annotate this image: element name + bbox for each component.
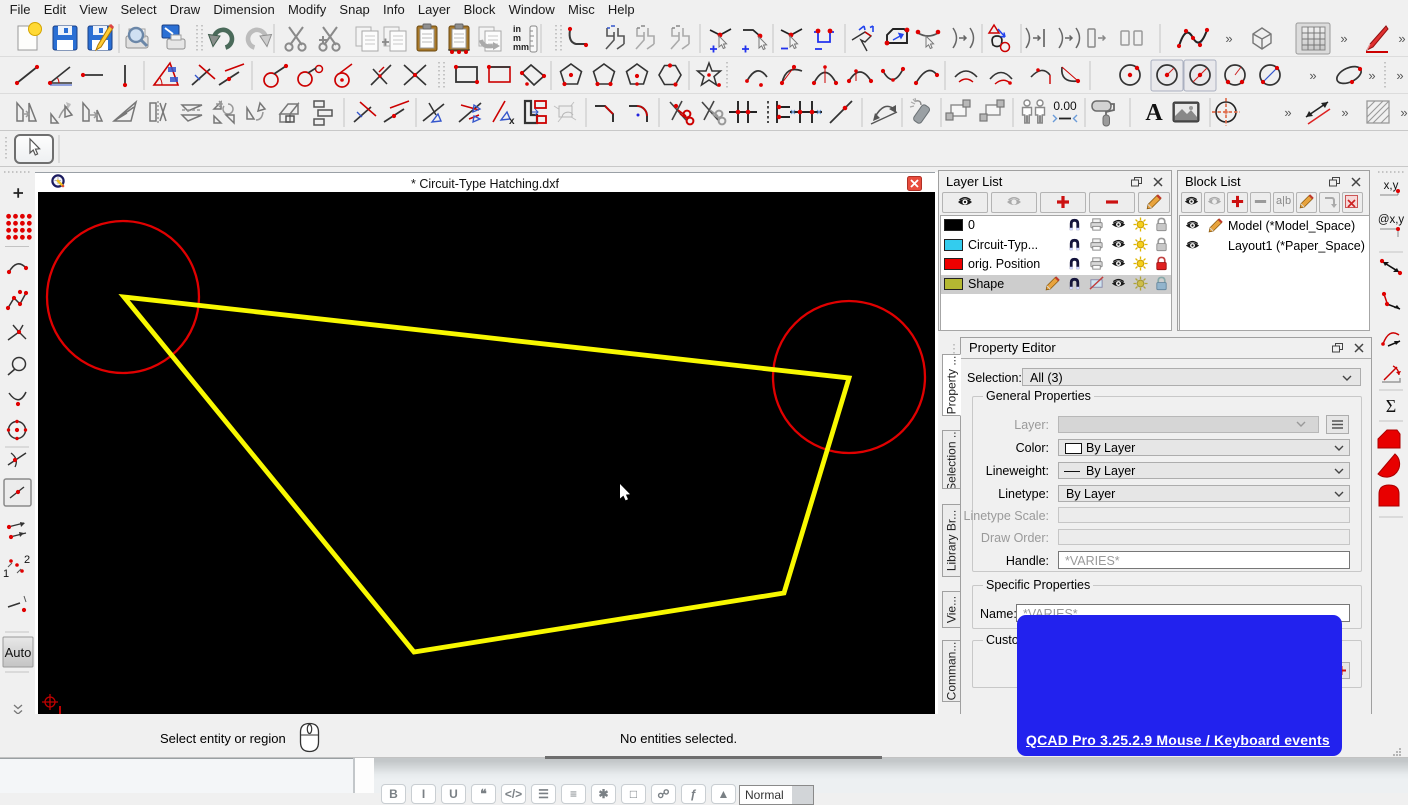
svg-text:»: »: [1341, 105, 1348, 120]
svg-text:»: »: [1400, 105, 1407, 120]
svg-text:»: »: [1309, 68, 1316, 83]
svg-text:0.00: 0.00: [1053, 99, 1077, 113]
svg-text:1: 1: [3, 568, 9, 580]
svg-text:Selection ...: Selection ...: [945, 431, 959, 488]
svg-text:»: »: [1398, 31, 1405, 46]
svg-text:»: »: [1225, 31, 1232, 46]
svg-text:»: »: [1340, 31, 1347, 46]
svg-text:»: »: [1284, 105, 1291, 120]
svg-text:Comman...: Comman...: [945, 642, 959, 701]
svg-text:Vie...: Vie...: [945, 596, 959, 623]
svg-text:Property ...: Property ...: [945, 356, 959, 415]
svg-text:A: A: [1145, 100, 1163, 126]
svg-text:x: x: [509, 116, 515, 127]
svg-text:»: »: [1368, 68, 1375, 83]
svg-text:Auto: Auto: [5, 645, 32, 660]
svg-text:2: 2: [24, 554, 30, 566]
svg-text:mm: mm: [513, 42, 529, 52]
svg-text:Library Br...: Library Br...: [945, 510, 959, 571]
svg-text:@x,y: @x,y: [1378, 214, 1405, 226]
svg-text:Σ: Σ: [1386, 396, 1396, 416]
svg-text:»: »: [1396, 68, 1403, 83]
